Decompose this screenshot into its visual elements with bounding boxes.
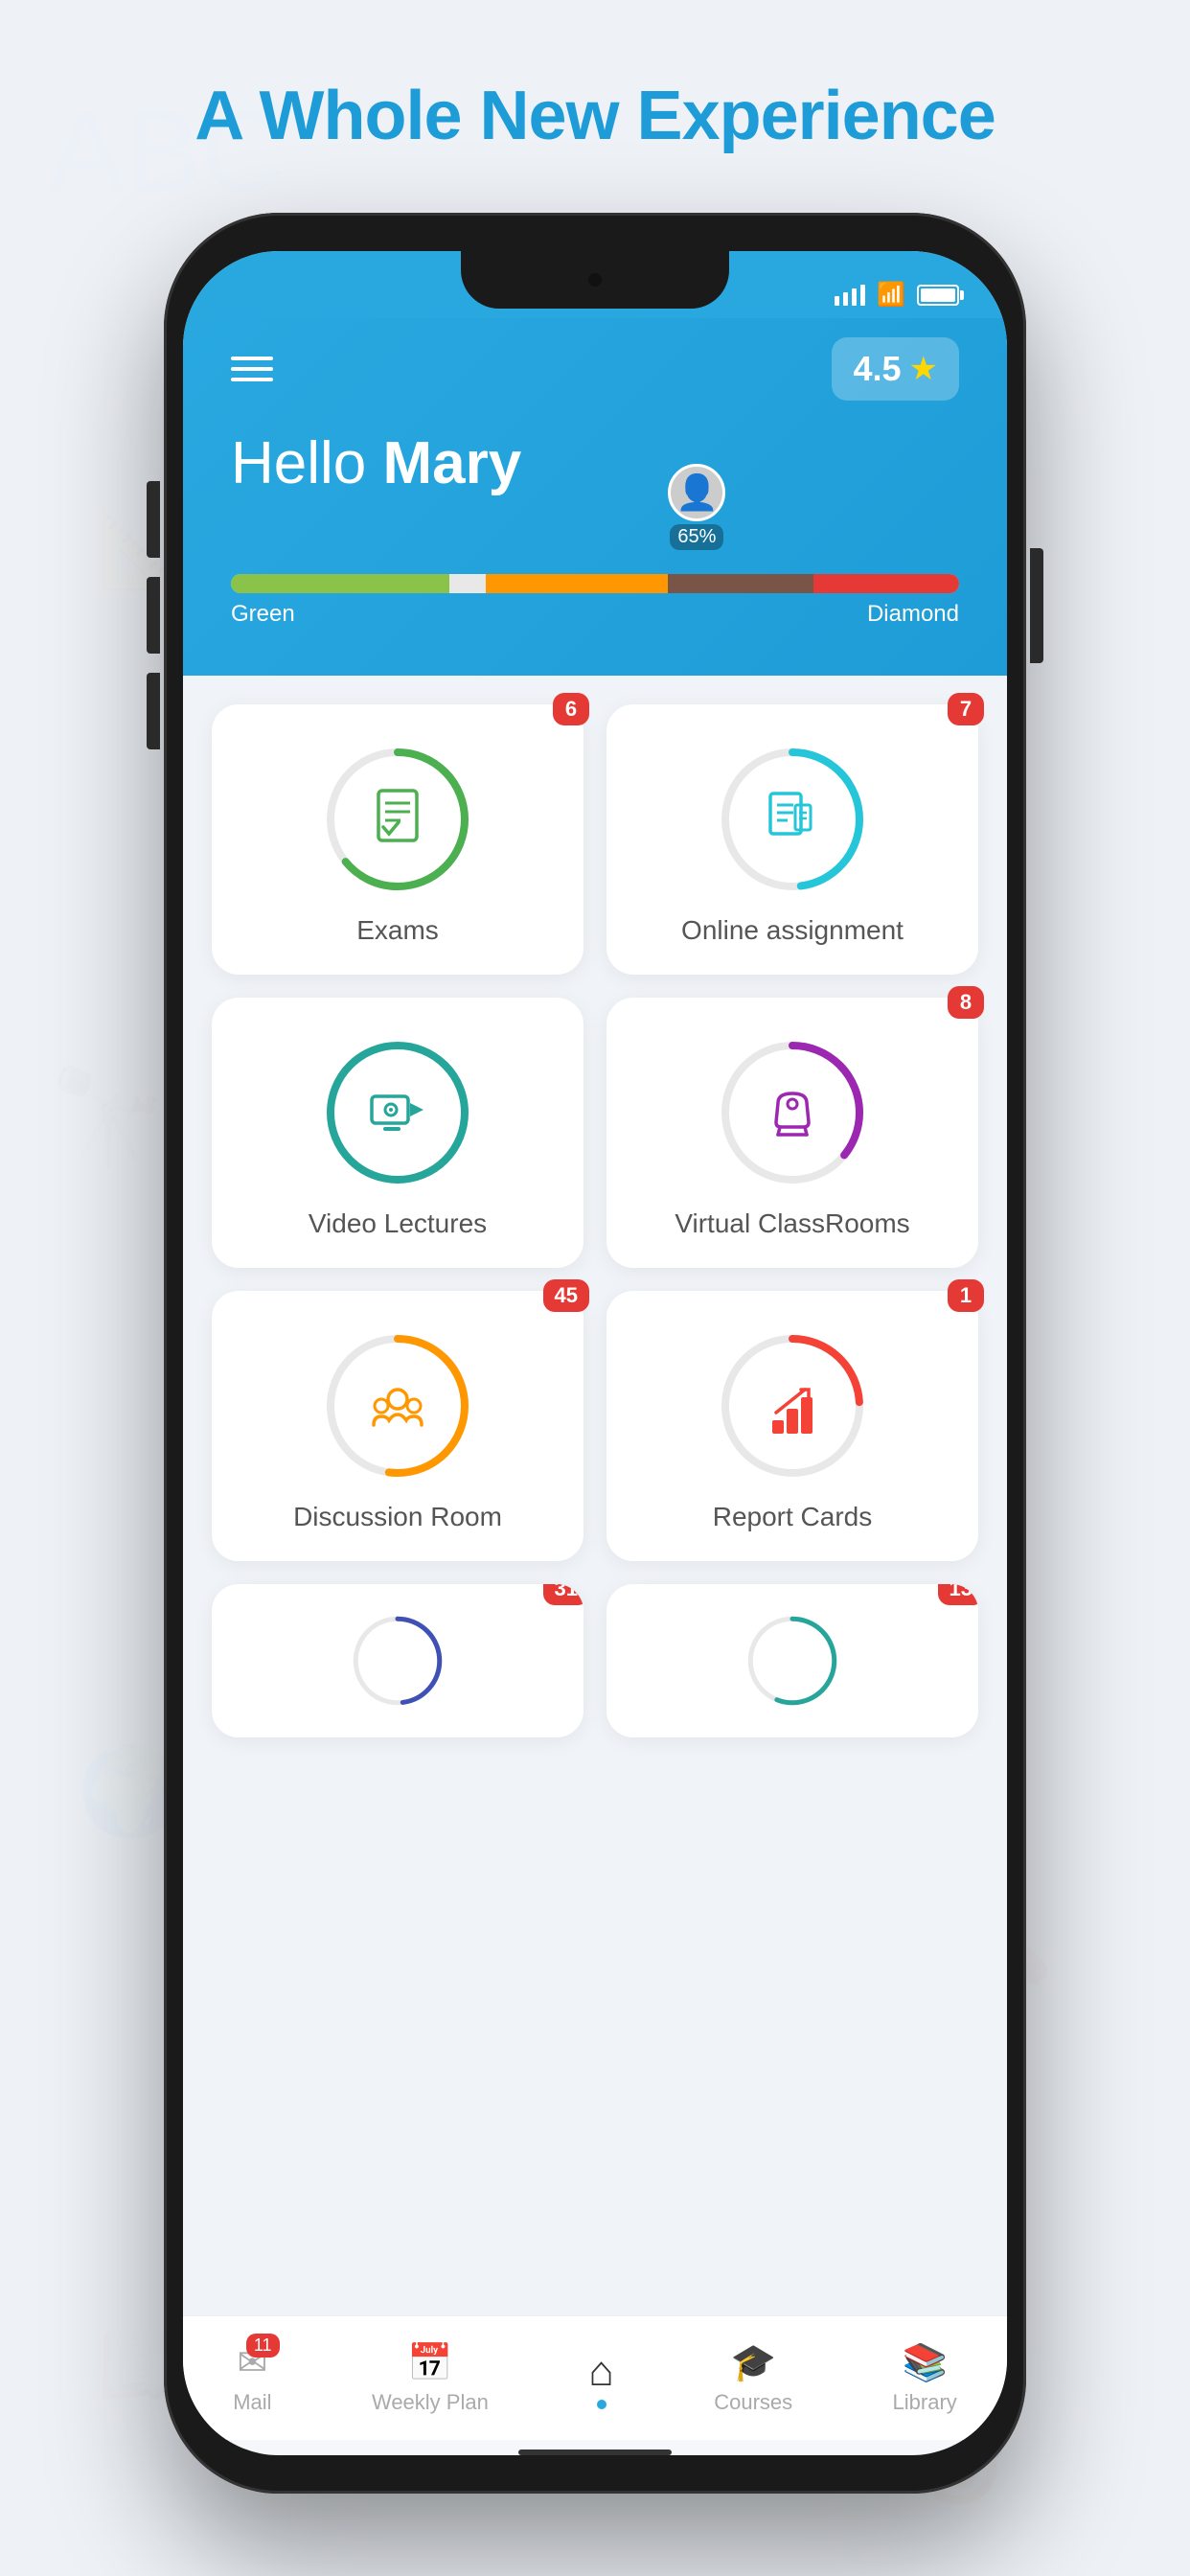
mail-badge: 11 — [246, 2334, 280, 2358]
bottom-nav: ✉ 11 Mail 📅 Weekly Plan ⌂ 🎓 Courses 📚 Li… — [183, 2315, 1007, 2440]
progress-label-right: Diamond — [867, 601, 959, 628]
nav-label-courses: Courses — [714, 2390, 792, 2415]
progress-label-left: Green — [231, 601, 295, 628]
nav-item-home[interactable]: ⌂ — [588, 2348, 614, 2409]
card-exams[interactable]: 6 — [212, 704, 584, 975]
weekly-plan-icon: 📅 — [407, 2342, 452, 2384]
progress-percent: 65% — [670, 524, 723, 550]
app-header: 4.5 ★ Hello Mary 👤 65% — [183, 318, 1007, 676]
hamburger-menu[interactable] — [231, 356, 273, 381]
badge-partial-2: 13 — [938, 1584, 978, 1605]
card-online-assignment[interactable]: 7 — [606, 704, 978, 975]
content-area: 6 — [183, 676, 1007, 2315]
home-icon: ⌂ — [588, 2348, 614, 2396]
label-report-cards: Report Cards — [713, 1502, 873, 1532]
circle-discussion-room — [321, 1329, 474, 1483]
nav-item-library[interactable]: 📚 Library — [893, 2342, 957, 2415]
card-video-lectures[interactable]: Video Lectures — [212, 998, 584, 1268]
badge-online-assignment: 7 — [948, 693, 984, 725]
library-icon: 📚 — [903, 2342, 948, 2384]
circle-online-assignment — [716, 743, 869, 896]
progress-bar — [231, 574, 959, 593]
badge-partial-1: 31 — [543, 1584, 584, 1605]
screen: 📶 4.5 ★ Hello Mary — [183, 251, 1007, 2455]
badge-exams: 6 — [553, 693, 589, 725]
card-virtual-classrooms[interactable]: 8 — [606, 998, 978, 1268]
label-exams: Exams — [356, 915, 439, 946]
rating-badge: 4.5 ★ — [832, 337, 959, 401]
label-online-assignment: Online assignment — [681, 915, 904, 946]
svg-text:🔭: 🔭 — [48, 1063, 168, 1171]
avatar-marker: 👤 65% — [668, 464, 725, 550]
star-icon: ★ — [909, 350, 938, 388]
notch — [461, 251, 729, 309]
partial-card-row: 31 13 — [212, 1584, 978, 1737]
home-indicator-bar — [518, 2450, 672, 2455]
badge-discussion-room: 45 — [543, 1279, 589, 1312]
circle-exams — [321, 743, 474, 896]
partial-card-1[interactable]: 31 — [212, 1584, 584, 1737]
nav-item-weekly-plan[interactable]: 📅 Weekly Plan — [372, 2342, 489, 2415]
partial-card-2[interactable]: 13 — [606, 1584, 978, 1737]
nav-label-mail: Mail — [233, 2390, 271, 2415]
greeting-name: Mary — [383, 430, 522, 496]
phone-frame: 📶 4.5 ★ Hello Mary — [164, 213, 1026, 2494]
circle-virtual-classrooms — [716, 1036, 869, 1189]
page-title-plain: A Whole New — [195, 78, 636, 154]
courses-icon: 🎓 — [731, 2342, 776, 2384]
page-title-bold: Experience — [637, 78, 995, 154]
avatar: 👤 — [668, 464, 725, 521]
label-discussion-room: Discussion Room — [293, 1502, 502, 1532]
rating-value: 4.5 — [853, 349, 901, 389]
nav-label-library: Library — [893, 2390, 957, 2415]
page-title: A Whole New Experience — [195, 77, 995, 155]
greeting-plain: Hello — [231, 430, 383, 496]
nav-item-courses[interactable]: 🎓 Courses — [714, 2342, 792, 2415]
card-discussion-room[interactable]: 45 — [212, 1291, 584, 1561]
nav-label-weekly-plan: Weekly Plan — [372, 2390, 489, 2415]
greeting: Hello Mary — [231, 429, 959, 497]
progress-section: 👤 65% Green Diamond — [231, 517, 959, 628]
circle-video-lectures — [321, 1036, 474, 1189]
label-video-lectures: Video Lectures — [309, 1208, 487, 1239]
badge-virtual-classrooms: 8 — [948, 986, 984, 1019]
home-active-dot — [597, 2400, 606, 2409]
wifi-icon: 📶 — [877, 281, 905, 309]
circle-report-cards — [716, 1329, 869, 1483]
label-virtual-classrooms: Virtual ClassRooms — [675, 1208, 909, 1239]
battery-icon — [917, 285, 959, 306]
card-report-cards[interactable]: 1 — [606, 1291, 978, 1561]
badge-report-cards: 1 — [948, 1279, 984, 1312]
nav-item-mail[interactable]: ✉ 11 Mail — [233, 2341, 271, 2415]
card-grid: 6 — [212, 704, 978, 1561]
